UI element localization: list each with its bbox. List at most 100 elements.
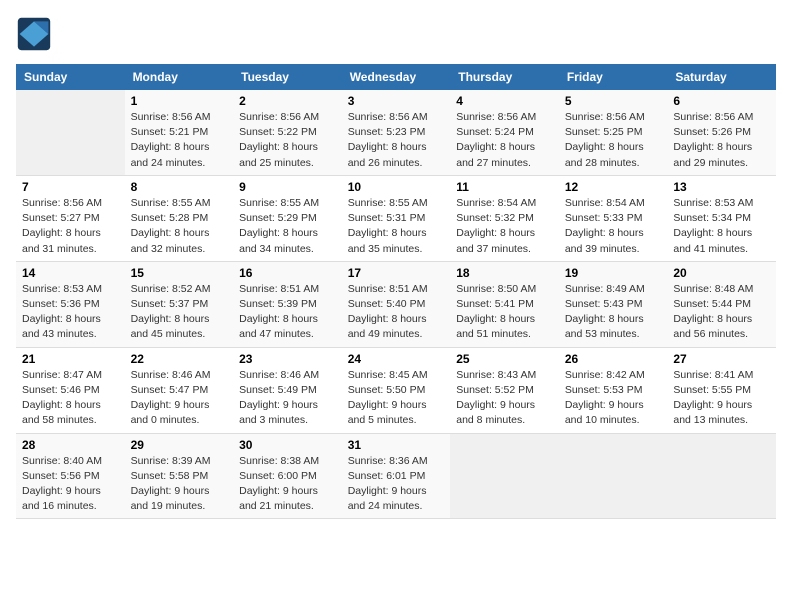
calendar-cell: 22 Sunrise: 8:46 AM Sunset: 5:47 PM Dayli… — [125, 347, 234, 433]
col-header-thursday: Thursday — [450, 64, 559, 90]
day-info: Sunrise: 8:55 AM Sunset: 5:28 PM Dayligh… — [131, 196, 228, 257]
day-number: 2 — [239, 94, 336, 108]
calendar-cell: 11 Sunrise: 8:54 AM Sunset: 5:32 PM Dayli… — [450, 175, 559, 261]
calendar-body: 1 Sunrise: 8:56 AM Sunset: 5:21 PM Daylig… — [16, 90, 776, 519]
day-number: 18 — [456, 266, 553, 280]
logo — [16, 16, 56, 52]
day-number: 4 — [456, 94, 553, 108]
week-row-2: 7 Sunrise: 8:56 AM Sunset: 5:27 PM Daylig… — [16, 175, 776, 261]
day-info: Sunrise: 8:55 AM Sunset: 5:31 PM Dayligh… — [348, 196, 445, 257]
day-info: Sunrise: 8:52 AM Sunset: 5:37 PM Dayligh… — [131, 282, 228, 343]
calendar-cell: 15 Sunrise: 8:52 AM Sunset: 5:37 PM Dayli… — [125, 261, 234, 347]
calendar-cell: 6Sunrise: 8:56 AM Sunset: 5:26 PM Daylig… — [667, 90, 776, 175]
day-number: 28 — [22, 438, 119, 452]
day-info: Sunrise: 8:51 AM Sunset: 5:40 PM Dayligh… — [348, 282, 445, 343]
day-number: 31 — [348, 438, 445, 452]
day-number: 19 — [565, 266, 662, 280]
day-number: 21 — [22, 352, 119, 366]
calendar-cell — [16, 90, 125, 175]
calendar-cell: 8 Sunrise: 8:55 AM Sunset: 5:28 PM Daylig… — [125, 175, 234, 261]
day-number: 26 — [565, 352, 662, 366]
calendar-cell: 31 Sunrise: 8:36 AM Sunset: 6:01 PM Dayli… — [342, 433, 451, 519]
calendar-cell: 27 Sunrise: 8:41 AM Sunset: 5:55 PM Dayli… — [667, 347, 776, 433]
day-number: 1 — [131, 94, 228, 108]
calendar-cell — [667, 433, 776, 519]
day-number: 17 — [348, 266, 445, 280]
day-info: Sunrise: 8:53 AM Sunset: 5:34 PM Dayligh… — [673, 196, 770, 257]
day-info: Sunrise: 8:46 AM Sunset: 5:49 PM Dayligh… — [239, 368, 336, 429]
day-number: 7 — [22, 180, 119, 194]
day-number: 12 — [565, 180, 662, 194]
calendar-cell: 10 Sunrise: 8:55 AM Sunset: 5:31 PM Dayli… — [342, 175, 451, 261]
logo-icon — [16, 16, 52, 52]
week-row-3: 14Sunrise: 8:53 AM Sunset: 5:36 PM Dayli… — [16, 261, 776, 347]
day-info: Sunrise: 8:36 AM Sunset: 6:01 PM Dayligh… — [348, 454, 445, 515]
calendar-cell: 9Sunrise: 8:55 AM Sunset: 5:29 PM Daylig… — [233, 175, 342, 261]
calendar-cell: 29 Sunrise: 8:39 AM Sunset: 5:58 PM Dayli… — [125, 433, 234, 519]
day-number: 13 — [673, 180, 770, 194]
calendar-cell: 12 Sunrise: 8:54 AM Sunset: 5:33 PM Dayli… — [559, 175, 668, 261]
col-header-monday: Monday — [125, 64, 234, 90]
calendar-table: SundayMondayTuesdayWednesdayThursdayFrid… — [16, 64, 776, 519]
calendar-cell: 17 Sunrise: 8:51 AM Sunset: 5:40 PM Dayli… — [342, 261, 451, 347]
calendar-cell: 13 Sunrise: 8:53 AM Sunset: 5:34 PM Dayli… — [667, 175, 776, 261]
day-number: 27 — [673, 352, 770, 366]
calendar-cell: 19 Sunrise: 8:49 AM Sunset: 5:43 PM Dayli… — [559, 261, 668, 347]
calendar-cell: 14Sunrise: 8:53 AM Sunset: 5:36 PM Dayli… — [16, 261, 125, 347]
col-header-wednesday: Wednesday — [342, 64, 451, 90]
col-header-friday: Friday — [559, 64, 668, 90]
day-number: 25 — [456, 352, 553, 366]
day-info: Sunrise: 8:39 AM Sunset: 5:58 PM Dayligh… — [131, 454, 228, 515]
calendar-cell: 25 Sunrise: 8:43 AM Sunset: 5:52 PM Dayli… — [450, 347, 559, 433]
calendar-cell: 3 Sunrise: 8:56 AM Sunset: 5:23 PM Daylig… — [342, 90, 451, 175]
day-info: Sunrise: 8:42 AM Sunset: 5:53 PM Dayligh… — [565, 368, 662, 429]
calendar-cell: 16 Sunrise: 8:51 AM Sunset: 5:39 PM Dayli… — [233, 261, 342, 347]
day-number: 5 — [565, 94, 662, 108]
calendar-cell: 24 Sunrise: 8:45 AM Sunset: 5:50 PM Dayli… — [342, 347, 451, 433]
day-info: Sunrise: 8:49 AM Sunset: 5:43 PM Dayligh… — [565, 282, 662, 343]
day-info: Sunrise: 8:56 AM Sunset: 5:25 PM Dayligh… — [565, 110, 662, 171]
day-info: Sunrise: 8:38 AM Sunset: 6:00 PM Dayligh… — [239, 454, 336, 515]
col-header-sunday: Sunday — [16, 64, 125, 90]
day-number: 8 — [131, 180, 228, 194]
day-number: 22 — [131, 352, 228, 366]
day-number: 6 — [673, 94, 770, 108]
day-info: Sunrise: 8:56 AM Sunset: 5:23 PM Dayligh… — [348, 110, 445, 171]
day-info: Sunrise: 8:45 AM Sunset: 5:50 PM Dayligh… — [348, 368, 445, 429]
day-number: 3 — [348, 94, 445, 108]
day-info: Sunrise: 8:43 AM Sunset: 5:52 PM Dayligh… — [456, 368, 553, 429]
calendar-cell: 1 Sunrise: 8:56 AM Sunset: 5:21 PM Daylig… — [125, 90, 234, 175]
day-number: 11 — [456, 180, 553, 194]
day-number: 20 — [673, 266, 770, 280]
calendar-cell: 18 Sunrise: 8:50 AM Sunset: 5:41 PM Dayli… — [450, 261, 559, 347]
day-info: Sunrise: 8:56 AM Sunset: 5:24 PM Dayligh… — [456, 110, 553, 171]
day-number: 15 — [131, 266, 228, 280]
day-info: Sunrise: 8:41 AM Sunset: 5:55 PM Dayligh… — [673, 368, 770, 429]
day-number: 16 — [239, 266, 336, 280]
week-row-4: 21 Sunrise: 8:47 AM Sunset: 5:46 PM Dayli… — [16, 347, 776, 433]
day-info: Sunrise: 8:51 AM Sunset: 5:39 PM Dayligh… — [239, 282, 336, 343]
day-number: 10 — [348, 180, 445, 194]
calendar-cell: 7 Sunrise: 8:56 AM Sunset: 5:27 PM Daylig… — [16, 175, 125, 261]
day-info: Sunrise: 8:46 AM Sunset: 5:47 PM Dayligh… — [131, 368, 228, 429]
calendar-cell: 26 Sunrise: 8:42 AM Sunset: 5:53 PM Dayli… — [559, 347, 668, 433]
day-info: Sunrise: 8:56 AM Sunset: 5:21 PM Dayligh… — [131, 110, 228, 171]
week-row-5: 28Sunrise: 8:40 AM Sunset: 5:56 PM Dayli… — [16, 433, 776, 519]
day-info: Sunrise: 8:54 AM Sunset: 5:33 PM Dayligh… — [565, 196, 662, 257]
calendar-cell: 2 Sunrise: 8:56 AM Sunset: 5:22 PM Daylig… — [233, 90, 342, 175]
day-info: Sunrise: 8:56 AM Sunset: 5:27 PM Dayligh… — [22, 196, 119, 257]
day-info: Sunrise: 8:54 AM Sunset: 5:32 PM Dayligh… — [456, 196, 553, 257]
calendar-cell: 23 Sunrise: 8:46 AM Sunset: 5:49 PM Dayli… — [233, 347, 342, 433]
header-row: SundayMondayTuesdayWednesdayThursdayFrid… — [16, 64, 776, 90]
day-number: 30 — [239, 438, 336, 452]
day-number: 23 — [239, 352, 336, 366]
col-header-saturday: Saturday — [667, 64, 776, 90]
day-info: Sunrise: 8:47 AM Sunset: 5:46 PM Dayligh… — [22, 368, 119, 429]
day-number: 24 — [348, 352, 445, 366]
calendar-header: SundayMondayTuesdayWednesdayThursdayFrid… — [16, 64, 776, 90]
calendar-cell: 20Sunrise: 8:48 AM Sunset: 5:44 PM Dayli… — [667, 261, 776, 347]
day-number: 29 — [131, 438, 228, 452]
week-row-1: 1 Sunrise: 8:56 AM Sunset: 5:21 PM Daylig… — [16, 90, 776, 175]
day-info: Sunrise: 8:56 AM Sunset: 5:22 PM Dayligh… — [239, 110, 336, 171]
day-info: Sunrise: 8:50 AM Sunset: 5:41 PM Dayligh… — [456, 282, 553, 343]
